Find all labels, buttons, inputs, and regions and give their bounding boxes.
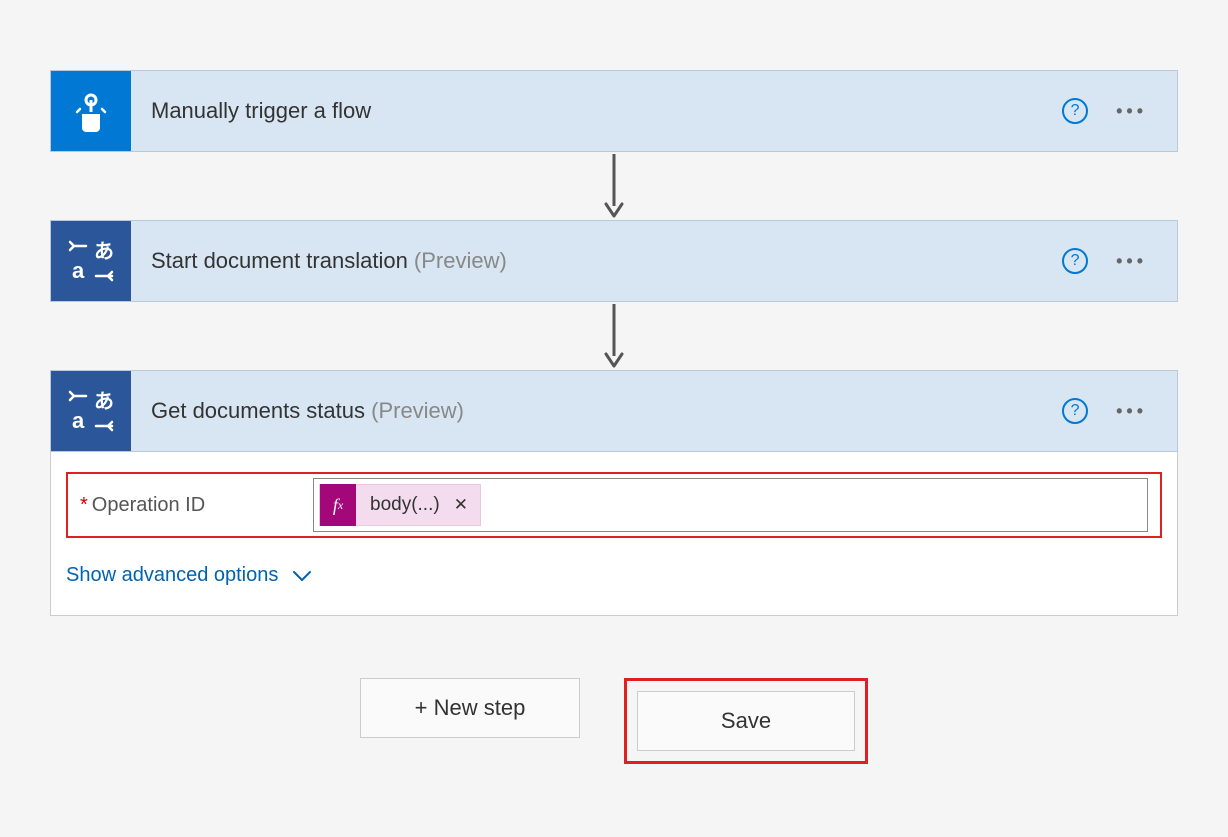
param-label-text: Operation ID: [92, 494, 205, 516]
required-indicator: *: [80, 494, 88, 516]
svg-text:a: a: [72, 408, 85, 433]
help-icon[interactable]: ?: [1062, 98, 1088, 124]
arrow-connector: [602, 302, 626, 370]
fx-icon: fx: [320, 484, 356, 526]
card-actions: ? •••: [1062, 248, 1177, 274]
help-icon[interactable]: ?: [1062, 248, 1088, 274]
ellipsis-icon[interactable]: •••: [1116, 101, 1147, 122]
bottom-actions: + New step Save: [360, 678, 868, 764]
ellipsis-icon[interactable]: •••: [1116, 251, 1147, 272]
translate-title-text: Start document translation: [151, 248, 408, 273]
status-card-body: *Operation ID fx body(...) ✕ Show advanc…: [50, 452, 1178, 616]
advanced-label: Show advanced options: [66, 564, 278, 587]
preview-badge: (Preview): [365, 398, 464, 423]
translator-icon: あ a: [51, 221, 131, 301]
status-title-text: Get documents status: [151, 398, 365, 423]
translate-title: Start document translation (Preview): [131, 248, 1062, 274]
help-icon[interactable]: ?: [1062, 398, 1088, 424]
token-remove-icon[interactable]: ✕: [454, 495, 480, 515]
trigger-title: Manually trigger a flow: [131, 98, 1062, 124]
chevron-down-icon: [292, 570, 312, 582]
svg-text:あ: あ: [94, 390, 114, 413]
new-step-button[interactable]: + New step: [360, 678, 580, 738]
trigger-icon: [51, 71, 131, 151]
token-text: body(...): [356, 494, 454, 516]
save-button[interactable]: Save: [637, 691, 855, 751]
save-highlight: Save: [624, 678, 868, 764]
card-actions: ? •••: [1062, 398, 1177, 424]
arrow-connector: [602, 152, 626, 220]
preview-badge: (Preview): [408, 248, 507, 273]
flow-canvas: Manually trigger a flow ? ••• あ a Start …: [0, 30, 1228, 764]
ellipsis-icon[interactable]: •••: [1116, 401, 1147, 422]
trigger-card[interactable]: Manually trigger a flow ? •••: [50, 70, 1178, 152]
operation-id-row: *Operation ID fx body(...) ✕: [66, 472, 1162, 538]
operation-id-input-area: fx body(...) ✕: [313, 484, 1148, 526]
svg-text:あ: あ: [94, 240, 114, 263]
show-advanced-link[interactable]: Show advanced options: [51, 538, 1177, 615]
svg-text:a: a: [72, 258, 85, 283]
translator-icon: あ a: [51, 371, 131, 451]
expression-token[interactable]: fx body(...) ✕: [319, 484, 481, 526]
card-actions: ? •••: [1062, 98, 1177, 124]
token-wrapper: fx body(...) ✕: [313, 484, 481, 526]
translate-card[interactable]: あ a Start document translation (Preview)…: [50, 220, 1178, 302]
status-title: Get documents status (Preview): [131, 398, 1062, 424]
operation-id-label: *Operation ID: [68, 494, 313, 517]
status-card-header[interactable]: あ a Get documents status (Preview) ? •••: [50, 370, 1178, 452]
